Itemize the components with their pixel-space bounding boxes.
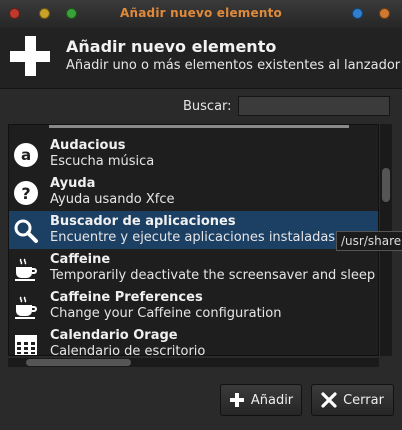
item-name: Calendario Orage	[50, 328, 178, 343]
path-tooltip: /usr/share	[336, 231, 402, 251]
item-description: Calendario de escritorio	[50, 344, 206, 356]
item-description: Temporarily deactivate the screensaver a…	[50, 268, 378, 283]
search-label: Buscar:	[183, 99, 232, 114]
calendar-icon	[13, 332, 39, 355]
list-item-selected[interactable]: Buscador de aplicaciones Encuentre y eje…	[9, 211, 378, 249]
title-bar: Añadir nuevo elemento	[0, 0, 402, 29]
add-button-label: Añadir	[250, 392, 294, 408]
close-button[interactable]: Cerrar	[311, 384, 394, 416]
item-description: Ayuda usando Xfce	[50, 192, 175, 207]
close-icon	[321, 392, 337, 408]
audacious-icon: a	[13, 142, 39, 168]
item-name: Caffeine Preferences	[50, 290, 203, 305]
window-title: Añadir nuevo elemento	[120, 6, 282, 20]
item-name: Caffeine	[50, 252, 111, 267]
item-description: Change your Caffeine configuration	[50, 306, 282, 321]
vertical-scroll-thumb[interactable]	[382, 168, 390, 202]
coffee-icon	[13, 256, 39, 282]
search-icon	[13, 218, 39, 244]
svg-text:a: a	[21, 146, 31, 164]
item-name: Buscador de aplicaciones	[50, 214, 236, 229]
help-icon: ?	[13, 180, 39, 206]
list-item[interactable]: Caffeine Temporarily deactivate the scre…	[9, 249, 378, 287]
horizontal-scrollbar[interactable]	[8, 358, 379, 367]
search-input[interactable]	[238, 96, 390, 116]
close-button-label: Cerrar	[343, 392, 384, 408]
coffee-icon	[13, 294, 39, 320]
item-name: Audacious	[50, 138, 126, 153]
dialog-title: Añadir nuevo elemento	[66, 37, 277, 56]
item-name: Ayuda	[50, 176, 96, 191]
list-item[interactable]: a Audacious Escucha música	[9, 135, 378, 173]
svg-text:?: ?	[21, 184, 30, 203]
horizontal-scroll-thumb[interactable]	[26, 359, 131, 366]
item-description: Encuentre y ejecute aplicaciones instala…	[50, 230, 378, 245]
list-item[interactable]: Calendario Orage Calendario de escritori…	[9, 325, 378, 356]
divider	[0, 88, 402, 89]
list-item[interactable]: Caffeine Preferences Change your Caffein…	[9, 287, 378, 325]
item-list[interactable]: a Audacious Escucha música ? Ayuda Ayuda…	[8, 124, 379, 356]
list-item[interactable]: ? Ayuda Ayuda usando Xfce	[9, 173, 378, 211]
dialog-subtitle: Añadir uno o más elementos existentes al…	[66, 58, 401, 73]
menu-button[interactable]	[379, 8, 390, 19]
plus-icon	[229, 392, 245, 408]
dialog-header: Añadir nuevo elemento Añadir uno o más e…	[0, 28, 402, 88]
partial-row	[9, 125, 378, 131]
sticky-button[interactable]	[352, 8, 363, 19]
plus-icon	[8, 34, 52, 78]
add-button[interactable]: Añadir	[220, 384, 302, 416]
item-description: Escucha música	[50, 154, 155, 169]
